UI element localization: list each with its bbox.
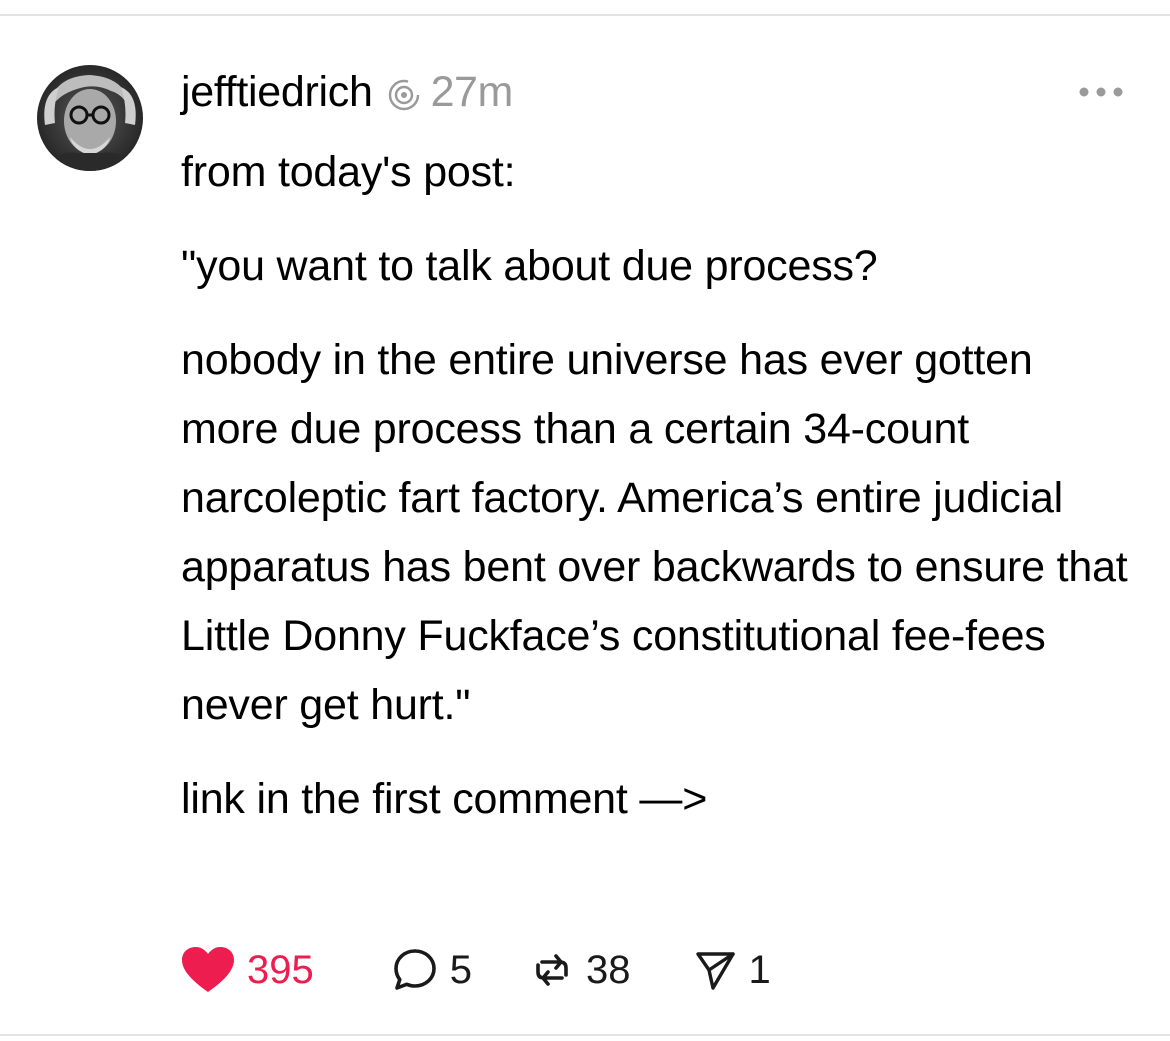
heart-icon <box>182 947 234 992</box>
repost-count: 38 <box>586 947 631 992</box>
more-options-button[interactable] <box>1076 80 1126 104</box>
send-icon <box>695 952 735 990</box>
avatar-image <box>37 65 143 171</box>
like-button[interactable]: 395 <box>181 946 314 994</box>
avatar[interactable] <box>37 65 143 171</box>
post-actions: 395 5 38 1 <box>181 940 771 1000</box>
post-header: jefftiedrich 27m <box>181 62 513 122</box>
post-paragraph: link in the first comment —> <box>181 775 708 823</box>
post-paragraph: nobody in the entire universe has ever g… <box>181 336 1128 729</box>
post-body: from today's post: "you want to talk abo… <box>181 138 1141 834</box>
post-paragraph: from today's post: <box>181 148 516 196</box>
repost-icon <box>536 954 568 986</box>
comment-icon <box>393 949 436 990</box>
threads-badge-icon <box>387 78 421 112</box>
post-paragraph: "you want to talk about due process? <box>181 242 878 290</box>
more-options-icon <box>1079 87 1123 97</box>
repost-button[interactable]: 38 <box>530 948 631 993</box>
username[interactable]: jefftiedrich <box>181 68 373 117</box>
bottom-divider <box>0 1034 1170 1036</box>
share-count: 1 <box>748 947 771 992</box>
share-button[interactable]: 1 <box>693 948 771 993</box>
like-count: 395 <box>247 947 314 992</box>
reply-count: 5 <box>449 947 472 992</box>
top-divider <box>0 14 1170 16</box>
reply-button[interactable]: 5 <box>392 947 472 993</box>
timestamp: 27m <box>430 67 514 116</box>
